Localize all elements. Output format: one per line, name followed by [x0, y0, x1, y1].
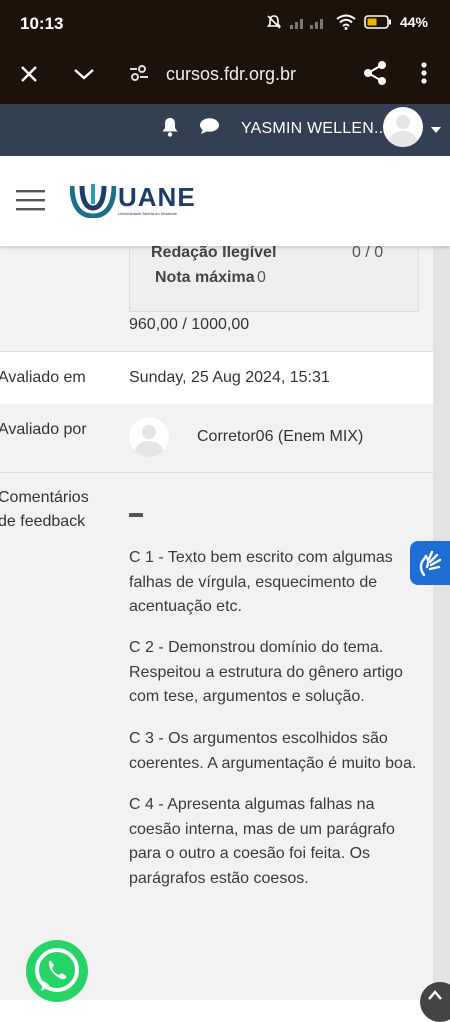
battery-level: 44%: [399, 14, 428, 30]
wifi-icon: [336, 14, 356, 30]
max-grade-label: Nota máxima: [155, 269, 255, 286]
chevron-up-icon: [428, 990, 442, 1000]
share-icon[interactable]: [363, 60, 387, 86]
evaluated-on-value: Sunday, 25 Aug 2024, 15:31: [129, 369, 330, 386]
user-avatar-icon: [388, 115, 418, 147]
site-settings-icon[interactable]: [128, 63, 150, 83]
evaluator-avatar-icon: [134, 425, 164, 457]
logo-subtext: Universidade Aberta do Nordeste: [118, 211, 177, 216]
criteria-box: Redação Ilegível 0 / 0 Nota máxima 0: [129, 244, 419, 312]
feedback-divider: [129, 513, 143, 517]
bell-icon[interactable]: [161, 117, 179, 137]
status-bar: 10:13 44%: [0, 0, 450, 48]
mute-icon: [266, 15, 282, 29]
logo-mark-icon: [70, 184, 116, 218]
brand-header: UANE Universidade Aberta do Nordeste: [0, 156, 450, 246]
whatsapp-icon: [35, 948, 79, 992]
illegible-label: Redação Ilegível: [151, 244, 277, 261]
status-icons: 44%: [266, 14, 428, 30]
feedback-paragraph: C 1 - Texto bem escrito com algumas falh…: [129, 549, 393, 615]
evaluator-avatar: [129, 417, 169, 457]
feedback-paragraph: C 2 - Demonstrou domínio do tema. Respei…: [129, 639, 403, 705]
accessibility-widget-button[interactable]: [410, 541, 450, 585]
evaluated-on-label: Avaliado em: [0, 369, 86, 386]
hamburger-menu-icon[interactable]: [16, 189, 45, 211]
sign-language-icon: [419, 550, 442, 577]
user-name[interactable]: YASMIN WELLEN...: [241, 120, 388, 138]
evaluated-by-row: Avaliado por Corretor06 (Enem MIX): [0, 404, 433, 473]
battery-icon: [364, 15, 391, 29]
evaluated-by-value: Corretor06 (Enem MIX): [197, 428, 364, 445]
grade-total: 960,00 / 1000,00: [129, 316, 250, 333]
whatsapp-button[interactable]: [26, 940, 88, 1002]
chevron-down-icon[interactable]: [72, 65, 96, 83]
evaluated-on-row: Avaliado em Sunday, 25 Aug 2024, 15:31: [0, 351, 433, 405]
url-text[interactable]: cursos.fdr.org.br: [166, 64, 296, 85]
user-avatar[interactable]: [383, 107, 423, 147]
max-grade-value: 0: [257, 269, 266, 286]
feedback-label-line2: de feedback: [0, 513, 86, 530]
more-vert-icon[interactable]: [420, 61, 428, 85]
feedback-paragraph: C 4 - Apresenta algumas falhas na coesão…: [129, 796, 395, 887]
site-logo[interactable]: UANE Universidade Aberta do Nordeste: [70, 180, 195, 220]
scroll-to-top-button[interactable]: [420, 982, 450, 1022]
browser-toolbar: cursos.fdr.org.br: [0, 48, 450, 104]
feedback-paragraph: C 3 - Os argumentos escolhidos são coere…: [129, 730, 417, 772]
feedback-label-line1: Comentários: [0, 489, 89, 506]
illegible-value: 0 / 0: [352, 244, 384, 261]
caret-down-icon[interactable]: [430, 126, 442, 134]
close-icon[interactable]: [19, 64, 39, 84]
signal-icon: [289, 19, 323, 29]
logo-text: UANE: [118, 182, 196, 212]
status-time: 10:13: [20, 14, 64, 33]
evaluated-by-label: Avaliado por: [0, 421, 87, 438]
chat-bubble-icon[interactable]: [199, 117, 220, 135]
page-scroll-strip[interactable]: [433, 246, 450, 1000]
